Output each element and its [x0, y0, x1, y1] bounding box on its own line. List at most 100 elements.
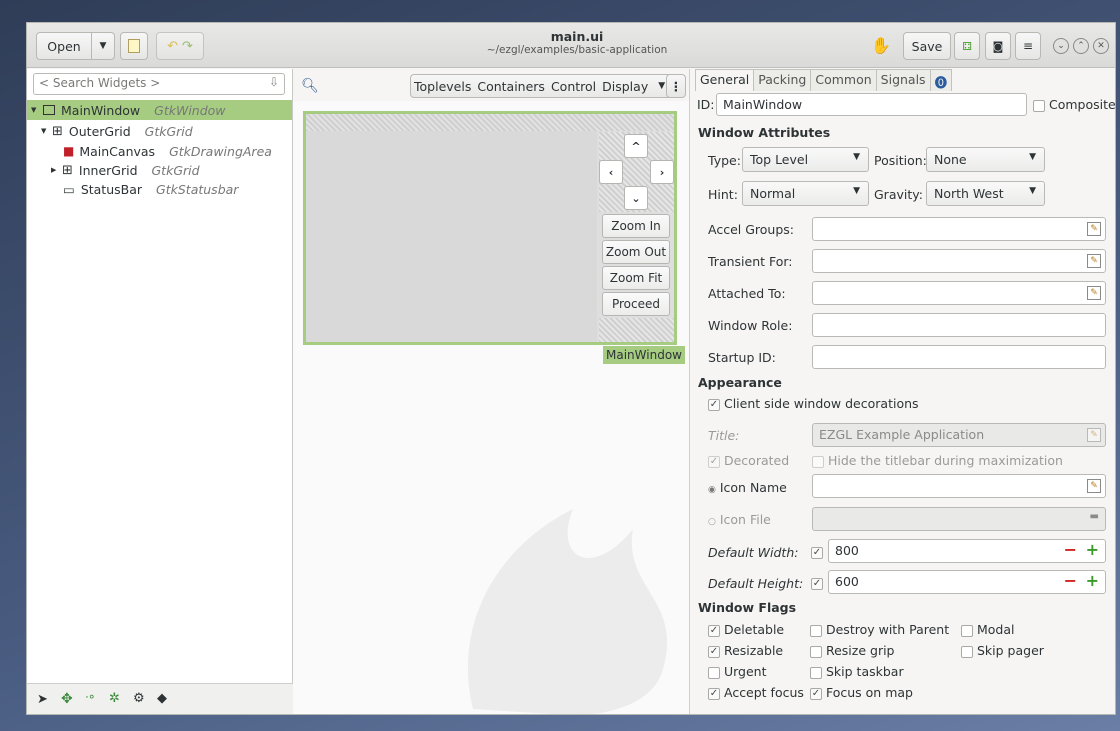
minus-icon[interactable]: − [1064, 571, 1077, 590]
window-role-field[interactable] [812, 313, 1106, 337]
pan-down-button[interactable]: ⌄ [624, 186, 648, 210]
proceed-button[interactable]: Proceed [602, 292, 670, 316]
accept-focus-checkbox[interactable]: ✓ Accept focus [708, 685, 804, 700]
edit-icon[interactable]: ✎ [1087, 222, 1101, 236]
edit-icon[interactable]: ✎ [1087, 286, 1101, 300]
close-icon[interactable]: ✕ [1093, 38, 1109, 54]
csd-checkbox[interactable]: ✓ Client side window decorations [708, 396, 919, 411]
resizable-checkbox[interactable]: ✓ Resizable [708, 643, 783, 658]
transient-for-label: Transient For: [708, 254, 793, 269]
undo-icon[interactable]: ↶ [167, 39, 178, 54]
deletable-checkbox[interactable]: ✓ Deletable [708, 622, 784, 637]
select-pointer-icon[interactable]: ➤ [37, 692, 48, 707]
icon-file-radio[interactable]: ○ Icon File [708, 512, 771, 527]
startup-id-field[interactable] [812, 345, 1106, 369]
resize-grip-checkbox[interactable]: Resize grip [810, 643, 895, 658]
icon-file-field[interactable]: ▬ [812, 507, 1106, 531]
composite-checkbox[interactable]: Composite [1033, 97, 1115, 112]
tree-row-mainwindow[interactable]: ▼ MainWindow GtkWindow [27, 100, 292, 120]
tab-control[interactable]: Control [548, 79, 599, 94]
expander-icon[interactable]: ▶ [51, 166, 62, 174]
snapshot-button[interactable]: ◙ [985, 32, 1011, 60]
transient-for-field[interactable]: ✎ [812, 249, 1106, 273]
tab-common[interactable]: Common [810, 69, 877, 91]
folder-icon[interactable]: ▬ [1090, 511, 1099, 522]
preview-button[interactable]: ⚃ [954, 32, 980, 60]
menu-button[interactable]: ≡ [1015, 32, 1041, 60]
move-icon[interactable]: ✥ [61, 691, 73, 707]
radio-on-icon: ◉ [708, 485, 716, 495]
edit-icon[interactable]: ✎ [1087, 254, 1101, 268]
position-combo[interactable]: None ▼ [926, 147, 1045, 172]
tab-general[interactable]: General [695, 69, 755, 91]
destroy-with-parent-checkbox[interactable]: Destroy with Parent [810, 622, 949, 637]
new-file-button[interactable] [120, 32, 148, 60]
glade-watermark-icon [467, 509, 668, 714]
modal-checkbox[interactable]: Modal [961, 622, 1014, 637]
tab-signals[interactable]: Signals [875, 69, 931, 91]
minus-icon[interactable]: − [1064, 540, 1077, 559]
grid-icon: ⊞ [52, 123, 63, 139]
grid-icon: ⊞ [62, 162, 73, 178]
settings-icon[interactable]: ⚙ [133, 691, 145, 706]
inspector-hand-icon[interactable]: ✋ [871, 36, 891, 55]
appearance-heading: Appearance [698, 375, 782, 390]
tree-row-outergrid[interactable]: ▼ ⊞ OuterGrid GtkGrid [27, 121, 193, 141]
icon-name-radio[interactable]: ◉ Icon Name [708, 480, 787, 495]
zoom-out-button[interactable]: Zoom Out [602, 240, 670, 264]
zoom-in-button[interactable]: Zoom In [602, 214, 670, 238]
window-preview[interactable]: ^ ‹ › ⌄ Zoom In Zoom Out Zoom Fit Procee… [303, 111, 677, 345]
default-height-spin[interactable]: 600 − + [828, 570, 1106, 594]
tab-packing[interactable]: Packing [753, 69, 812, 91]
gravity-combo[interactable]: North West ▼ [926, 181, 1045, 206]
tab-display[interactable]: Display [599, 79, 651, 94]
pan-left-button[interactable]: ‹ [599, 160, 623, 184]
focus-on-map-checkbox[interactable]: ✓ Focus on map [810, 685, 913, 700]
tree-row-innergrid[interactable]: ▶ ⊞ InnerGrid GtkGrid [27, 160, 200, 180]
hint-combo[interactable]: Normal ▼ [742, 181, 869, 206]
skip-taskbar-checkbox[interactable]: Skip taskbar [810, 664, 904, 679]
tree-row-statusbar[interactable]: ▭ StatusBar GtkStatusbar [27, 179, 238, 199]
minimize-icon[interactable]: ⌄ [1053, 38, 1069, 54]
tree-row-maincanvas[interactable]: ■ MainCanvas GtkDrawingArea [27, 141, 272, 161]
redo-icon[interactable]: ↷ [182, 39, 193, 54]
attached-to-field[interactable]: ✎ [812, 281, 1106, 305]
save-button[interactable]: Save [903, 32, 951, 60]
expander-icon[interactable]: ▼ [41, 127, 52, 135]
tab-containers[interactable]: Containers [474, 79, 548, 94]
skip-pager-checkbox[interactable]: Skip pager [961, 643, 1044, 658]
eraser-icon[interactable]: ◆ [157, 691, 167, 706]
type-combo[interactable]: Top Level ▼ [742, 147, 869, 172]
main-canvas-preview[interactable] [306, 131, 597, 342]
id-field[interactable]: MainWindow [716, 93, 1027, 116]
zoom-fit-button[interactable]: Zoom Fit [602, 266, 670, 290]
plus-icon[interactable]: + [1086, 540, 1099, 559]
default-width-checkbox[interactable]: ✓ [811, 547, 823, 559]
palette-more-button[interactable]: ⋮ [666, 74, 686, 98]
open-button[interactable]: Open [36, 32, 92, 60]
edit-icon[interactable]: ✎ [1087, 428, 1101, 442]
default-width-spin[interactable]: 800 − + [828, 539, 1106, 563]
title-field[interactable]: EZGL Example Application ✎ [812, 423, 1106, 447]
edit-icon[interactable]: ✎ [1087, 479, 1101, 493]
search-widgets-input[interactable]: < Search Widgets > ⇩ [33, 73, 285, 95]
icon-name-field[interactable]: ✎ [812, 474, 1106, 498]
accel-groups-field[interactable]: ✎ [812, 217, 1106, 241]
decorated-checkbox[interactable]: ✓ Decorated [708, 453, 789, 468]
palette-search-button[interactable]: 🔍︎ [298, 74, 322, 98]
maximize-icon[interactable]: ⌃ [1073, 38, 1089, 54]
open-dropdown-button[interactable]: ▼ [91, 32, 115, 60]
pan-right-button[interactable]: › [650, 160, 674, 184]
align-icon[interactable]: ✲ [109, 691, 120, 706]
hide-titlebar-checkbox[interactable]: Hide the titlebar during maximization [812, 453, 1063, 468]
search-clear-icon[interactable]: ⇩ [269, 75, 279, 89]
accessibility-icon[interactable]: ⓿ [929, 69, 953, 91]
connect-icon[interactable]: ॱ° [85, 691, 95, 708]
default-height-checkbox[interactable]: ✓ [811, 578, 823, 590]
plus-icon[interactable]: + [1086, 571, 1099, 590]
expander-icon[interactable]: ▼ [31, 106, 43, 114]
tab-toplevels[interactable]: Toplevels [411, 79, 474, 94]
urgent-checkbox[interactable]: Urgent [708, 664, 767, 679]
pan-up-button[interactable]: ^ [624, 134, 648, 158]
id-label: ID: [697, 97, 715, 112]
